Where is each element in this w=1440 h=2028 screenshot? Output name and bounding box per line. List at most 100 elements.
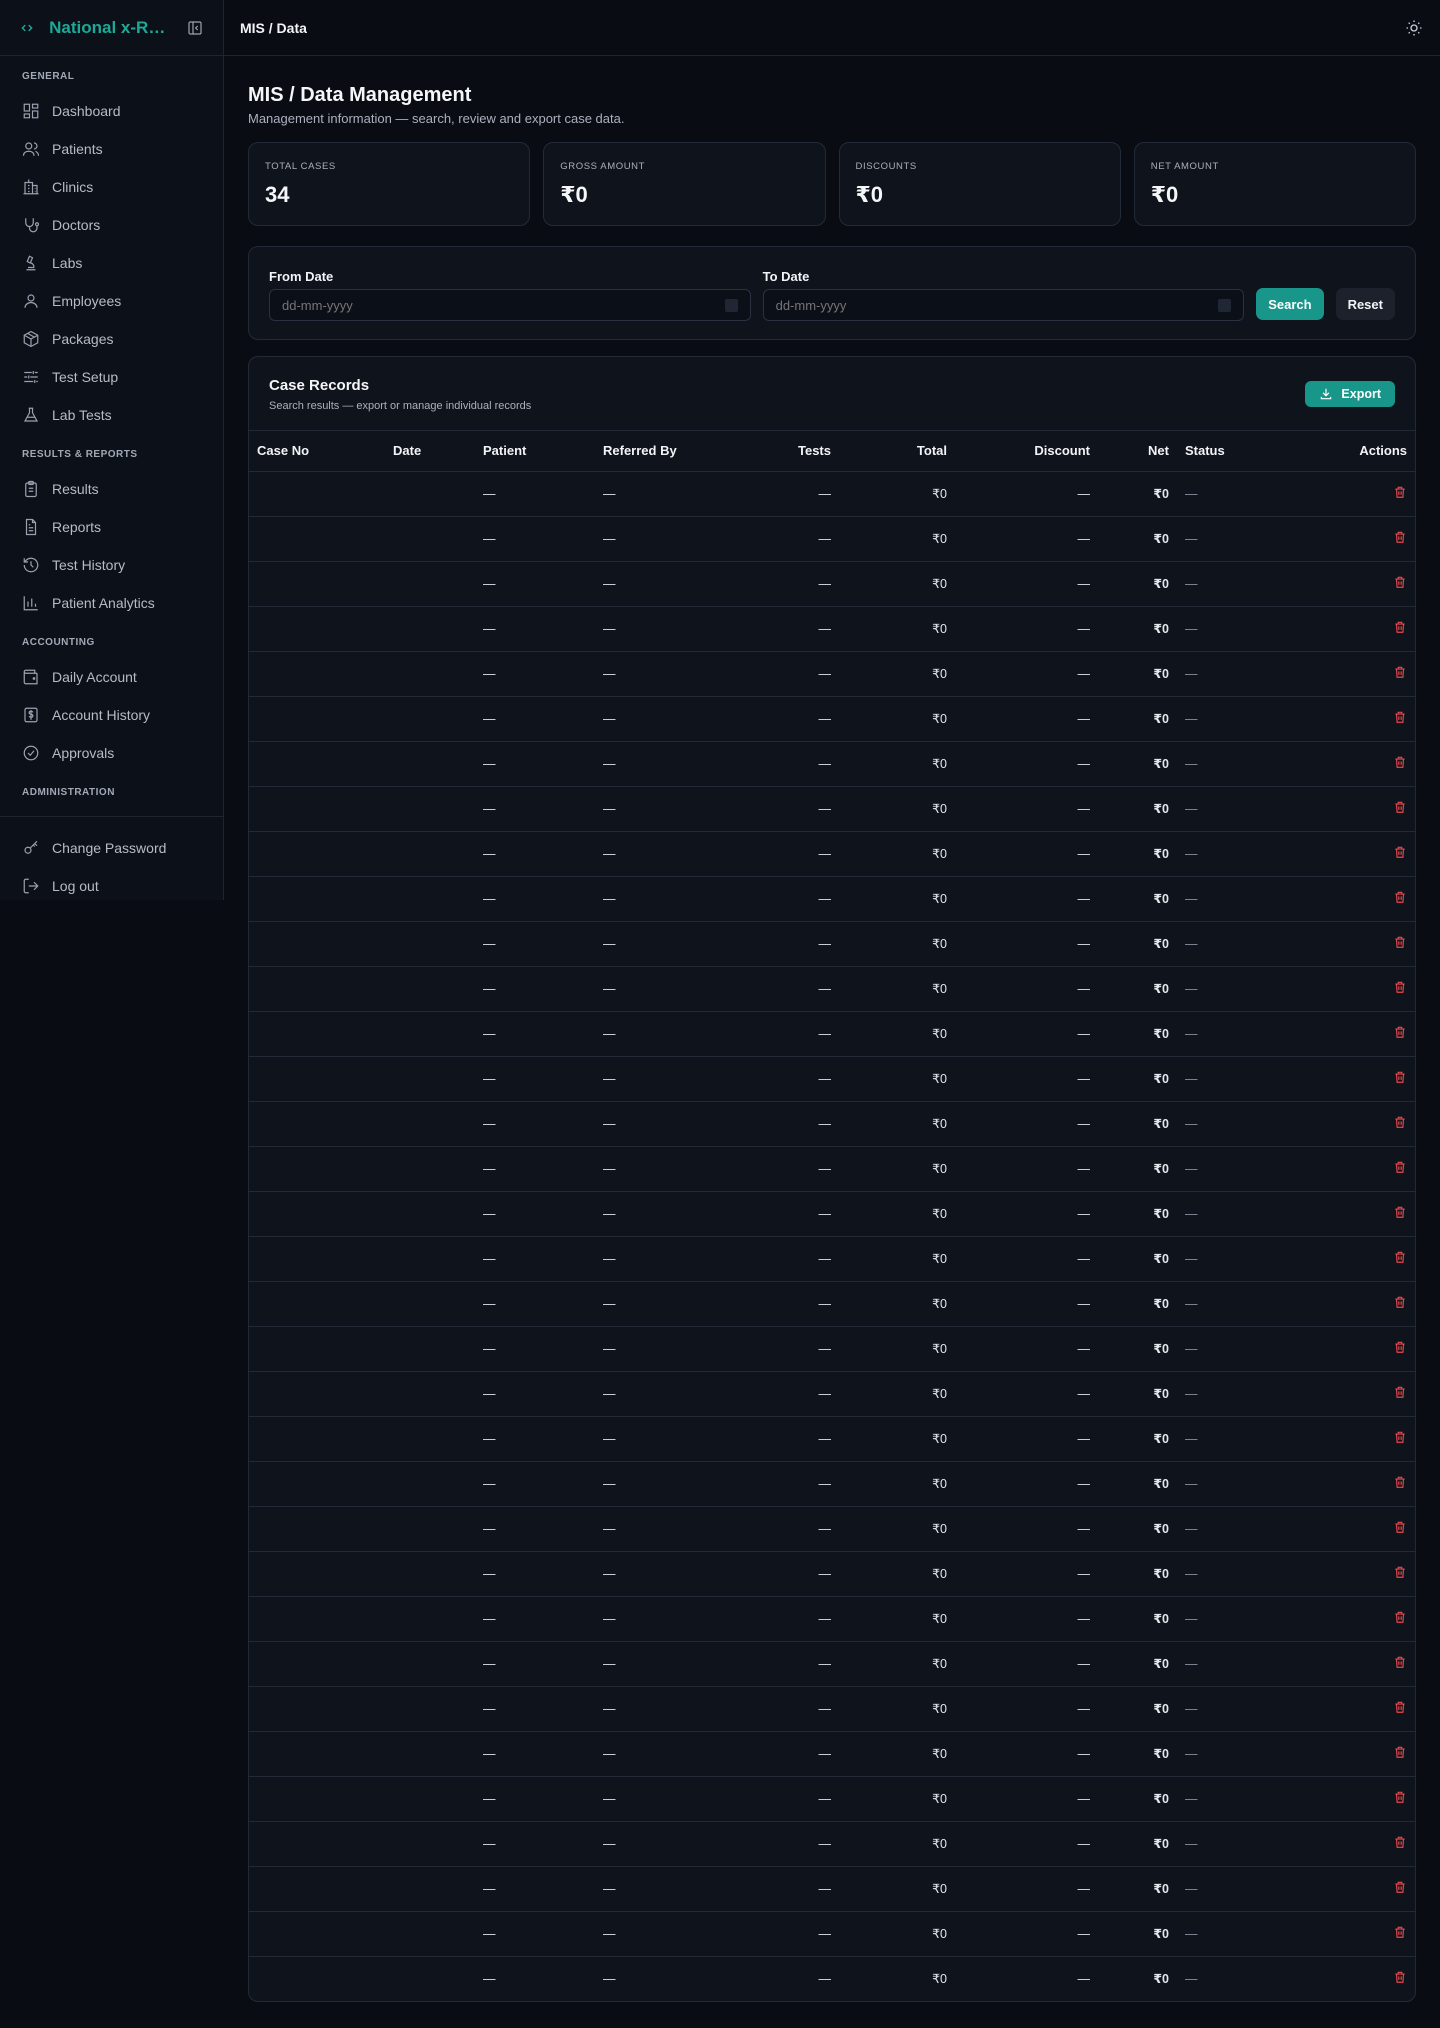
trash-icon[interactable] bbox=[1393, 1925, 1407, 1939]
trash-icon[interactable] bbox=[1393, 530, 1407, 544]
trash-icon[interactable] bbox=[1393, 845, 1407, 859]
sidebar-collapse-icon[interactable] bbox=[187, 20, 203, 36]
trash-icon[interactable] bbox=[1393, 1520, 1407, 1534]
cell-tests: — bbox=[725, 1191, 839, 1237]
trash-icon[interactable] bbox=[1393, 1340, 1407, 1354]
trash-icon[interactable] bbox=[1393, 1790, 1407, 1804]
from-date-input[interactable] bbox=[282, 297, 725, 313]
trash-icon[interactable] bbox=[1393, 1745, 1407, 1759]
trash-icon[interactable] bbox=[1393, 800, 1407, 814]
breadcrumb: MIS / Data bbox=[240, 19, 307, 36]
trash-icon[interactable] bbox=[1393, 1655, 1407, 1669]
trash-icon[interactable] bbox=[1393, 1205, 1407, 1219]
cell-patient: — bbox=[475, 1551, 595, 1597]
export-button[interactable]: Export bbox=[1305, 381, 1395, 407]
col-case-no[interactable]: Case No bbox=[249, 431, 385, 472]
cell-case-no bbox=[249, 471, 385, 517]
sidebar-item-test-history[interactable]: Test History bbox=[0, 546, 223, 584]
sidebar-item-change-password[interactable]: Change Password bbox=[0, 829, 223, 867]
trash-icon[interactable] bbox=[1393, 935, 1407, 949]
trash-icon[interactable] bbox=[1393, 1295, 1407, 1309]
cell-tests: — bbox=[725, 1776, 839, 1822]
sun-icon[interactable] bbox=[1404, 18, 1424, 38]
cell-actions bbox=[1287, 1371, 1415, 1417]
trash-icon[interactable] bbox=[1393, 620, 1407, 634]
cell-case-no bbox=[249, 1326, 385, 1372]
sidebar-item-daily-account[interactable]: Daily Account bbox=[0, 658, 223, 696]
trash-icon[interactable] bbox=[1393, 1475, 1407, 1489]
cell-referred-by: — bbox=[595, 786, 725, 832]
sidebar-item-dashboard[interactable]: Dashboard bbox=[0, 92, 223, 130]
table-row: — — — ₹0 — ₹0 — bbox=[249, 1326, 1415, 1372]
trash-icon[interactable] bbox=[1393, 1070, 1407, 1084]
cell-discount: — bbox=[955, 966, 1098, 1012]
trash-icon[interactable] bbox=[1393, 1250, 1407, 1264]
to-date-input[interactable] bbox=[775, 297, 1219, 313]
trash-icon[interactable] bbox=[1393, 1160, 1407, 1174]
calendar-icon[interactable] bbox=[724, 298, 738, 312]
cell-tests: — bbox=[725, 786, 839, 832]
trash-icon[interactable] bbox=[1393, 890, 1407, 904]
sidebar-item-patients[interactable]: Patients bbox=[0, 130, 223, 168]
trash-icon[interactable] bbox=[1393, 710, 1407, 724]
cell-case-no bbox=[249, 1686, 385, 1732]
sidebar-item-test-setup[interactable]: Test Setup bbox=[0, 358, 223, 396]
col-referred-by[interactable]: Referred By bbox=[595, 431, 725, 472]
sidebar-item-patient-analytics[interactable]: Patient Analytics bbox=[0, 584, 223, 622]
sidebar-item-employees[interactable]: Employees bbox=[0, 282, 223, 320]
sidebar-item-reports[interactable]: Reports bbox=[0, 508, 223, 546]
cell-net: ₹0 bbox=[1098, 1461, 1177, 1507]
trash-icon[interactable] bbox=[1393, 1610, 1407, 1624]
sidebar-item-packages[interactable]: Packages bbox=[0, 320, 223, 358]
sidebar-item-doctors[interactable]: Doctors bbox=[0, 206, 223, 244]
trash-icon[interactable] bbox=[1393, 1385, 1407, 1399]
cell-status: — bbox=[1177, 696, 1287, 742]
cell-status: — bbox=[1177, 561, 1287, 607]
col-net[interactable]: Net bbox=[1098, 431, 1177, 472]
sidebar-item-account-history[interactable]: Account History bbox=[0, 696, 223, 734]
sidebar-item-approvals[interactable]: Approvals bbox=[0, 734, 223, 772]
col-status[interactable]: Status bbox=[1177, 431, 1287, 472]
trash-icon[interactable] bbox=[1393, 665, 1407, 679]
stat-value: ₹0 bbox=[560, 182, 588, 207]
cell-case-no bbox=[249, 1821, 385, 1867]
col-date[interactable]: Date bbox=[385, 431, 475, 472]
reset-button[interactable]: Reset bbox=[1335, 288, 1395, 320]
cell-referred-by: — bbox=[595, 606, 725, 652]
trash-icon[interactable] bbox=[1393, 575, 1407, 589]
trash-icon[interactable] bbox=[1393, 1880, 1407, 1894]
sidebar-item-results[interactable]: Results bbox=[0, 470, 223, 508]
sidebar-item-lab-tests[interactable]: Lab Tests bbox=[0, 396, 223, 434]
cell-tests: — bbox=[725, 1371, 839, 1417]
trash-icon[interactable] bbox=[1393, 980, 1407, 994]
trash-icon[interactable] bbox=[1393, 1565, 1407, 1579]
cell-actions bbox=[1287, 786, 1415, 832]
trash-icon[interactable] bbox=[1393, 485, 1407, 499]
trash-icon[interactable] bbox=[1393, 1115, 1407, 1129]
trash-icon[interactable] bbox=[1393, 1970, 1407, 1984]
trash-icon[interactable] bbox=[1393, 1430, 1407, 1444]
trash-icon[interactable] bbox=[1393, 755, 1407, 769]
trash-icon[interactable] bbox=[1393, 1835, 1407, 1849]
sidebar-item-clinics[interactable]: Clinics bbox=[0, 168, 223, 206]
col-patient[interactable]: Patient bbox=[475, 431, 595, 472]
sidebar-item-labs[interactable]: Labs bbox=[0, 244, 223, 282]
search-button[interactable]: Search bbox=[1256, 288, 1324, 320]
logout-icon bbox=[23, 878, 39, 894]
cell-case-no bbox=[249, 1956, 385, 2001]
page-title: MIS / Data Management bbox=[248, 84, 472, 106]
cell-net: ₹0 bbox=[1098, 1056, 1177, 1102]
trash-icon[interactable] bbox=[1393, 1025, 1407, 1039]
cell-net: ₹0 bbox=[1098, 516, 1177, 562]
calendar-icon[interactable] bbox=[1218, 298, 1232, 312]
cell-actions bbox=[1287, 1011, 1415, 1057]
col-tests[interactable]: Tests bbox=[725, 431, 839, 472]
cell-patient: — bbox=[475, 1281, 595, 1327]
col-discount[interactable]: Discount bbox=[955, 431, 1098, 472]
trash-icon[interactable] bbox=[1393, 1700, 1407, 1714]
cell-discount: — bbox=[955, 1776, 1098, 1822]
col-total[interactable]: Total bbox=[839, 431, 955, 472]
cell-tests: — bbox=[725, 831, 839, 877]
cell-patient: — bbox=[475, 651, 595, 697]
sidebar-item-log-out[interactable]: Log out bbox=[0, 867, 223, 905]
